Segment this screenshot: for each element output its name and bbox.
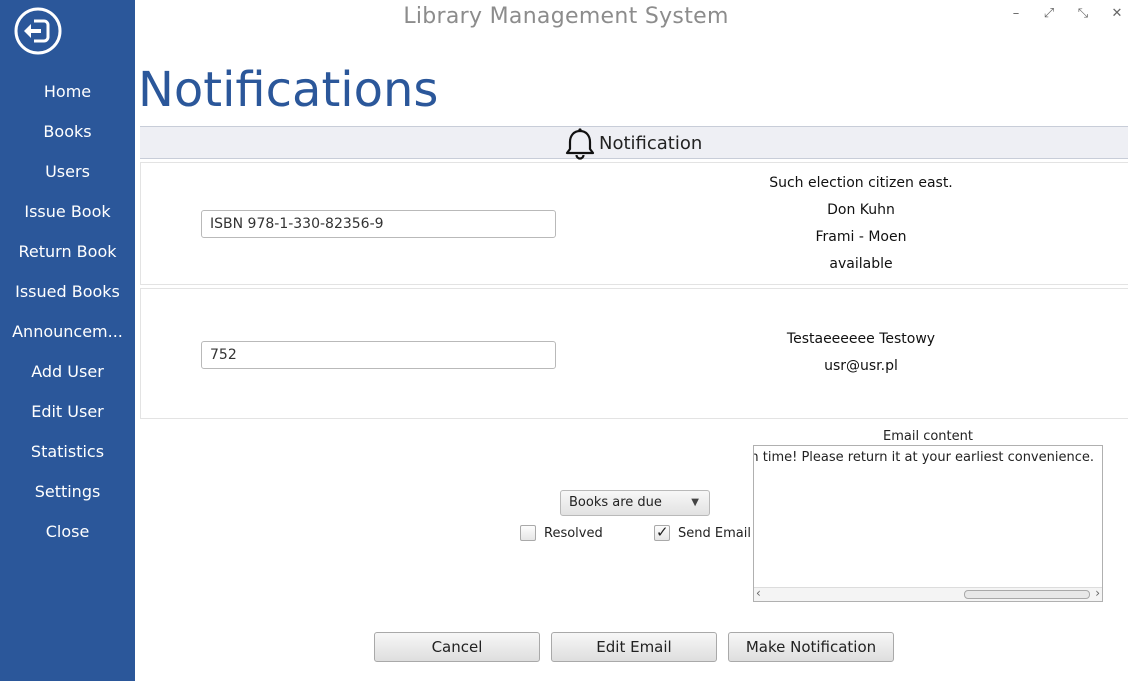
bell-icon xyxy=(565,128,595,160)
send-email-checkbox-label: Send Email xyxy=(678,526,751,541)
cancel-button[interactable]: Cancel xyxy=(374,632,540,662)
nav-return-book[interactable]: Return Book xyxy=(0,232,135,272)
email-content-text: n time! Please return it at your earlies… xyxy=(753,450,1094,465)
nav-add-user[interactable]: Add User xyxy=(0,352,135,392)
nav-books[interactable]: Books xyxy=(0,112,135,152)
resolved-checkbox-label: Resolved xyxy=(544,526,603,541)
minimize-icon[interactable]: – xyxy=(1005,4,1027,24)
scroll-right-icon[interactable]: › xyxy=(1095,586,1100,600)
nav-home[interactable]: Home xyxy=(0,72,135,112)
book-title: Such election citizen east. xyxy=(769,175,953,191)
page-title: Notifications xyxy=(138,62,439,118)
notification-type-dropdown[interactable]: Books are due ▼ xyxy=(560,490,710,516)
scroll-left-icon[interactable]: ‹ xyxy=(756,586,761,600)
book-status: available xyxy=(829,256,893,272)
edit-email-button[interactable]: Edit Email xyxy=(551,632,717,662)
nav-settings[interactable]: Settings xyxy=(0,472,135,512)
book-isbn-field[interactable]: ISBN 978-1-330-82356-9 xyxy=(201,210,556,238)
email-content-textarea[interactable]: n time! Please return it at your earlies… xyxy=(753,445,1103,602)
book-panel: ISBN 978-1-330-82356-9 Such election cit… xyxy=(140,162,1128,285)
section-header: Notification xyxy=(140,126,1128,160)
email-horizontal-scrollbar[interactable]: ‹ › xyxy=(754,586,1102,601)
nav-close[interactable]: Close xyxy=(0,512,135,552)
nav-users[interactable]: Users xyxy=(0,152,135,192)
user-id-field[interactable]: 752 xyxy=(201,341,556,369)
nav-issue-book[interactable]: Issue Book xyxy=(0,192,135,232)
user-panel: 752 Testaeeeeee Testowy usr@usr.pl xyxy=(140,288,1128,419)
resolved-checkbox-box[interactable] xyxy=(520,525,536,541)
nav-statistics[interactable]: Statistics xyxy=(0,432,135,472)
scroll-thumb[interactable] xyxy=(964,590,1090,599)
section-label: Notification xyxy=(599,133,703,154)
back-arrow-icon xyxy=(14,7,62,55)
back-button[interactable] xyxy=(14,7,62,55)
maximize-icon[interactable]: ⤢ xyxy=(1038,4,1060,24)
book-publisher: Frami - Moen xyxy=(815,229,907,245)
user-email: usr@usr.pl xyxy=(824,358,898,374)
user-name: Testaeeeeee Testowy xyxy=(786,331,936,347)
make-notification-button[interactable]: Make Notification xyxy=(728,632,894,662)
nav-announcements[interactable]: Announcem... xyxy=(0,312,135,352)
app-title: Library Management System xyxy=(403,4,729,29)
nav-edit-user[interactable]: Edit User xyxy=(0,392,135,432)
resolved-checkbox[interactable]: Resolved xyxy=(520,524,620,544)
checkmark-icon: ✓ xyxy=(656,523,669,541)
chevron-down-icon: ▼ xyxy=(691,497,699,508)
close-icon[interactable]: ✕ xyxy=(1106,4,1128,24)
dropdown-selected: Books are due xyxy=(569,495,662,510)
email-content-label: Email content xyxy=(883,429,973,444)
sidebar: Home Books Users Issue Book Return Book … xyxy=(0,0,135,681)
send-email-checkbox[interactable]: ✓ Send Email xyxy=(654,523,754,544)
nav-issued-books[interactable]: Issued Books xyxy=(0,272,135,312)
restore-icon[interactable]: ⤡ xyxy=(1072,4,1094,24)
send-email-checkbox-box[interactable]: ✓ xyxy=(654,523,670,541)
book-author: Don Kuhn xyxy=(827,202,895,218)
